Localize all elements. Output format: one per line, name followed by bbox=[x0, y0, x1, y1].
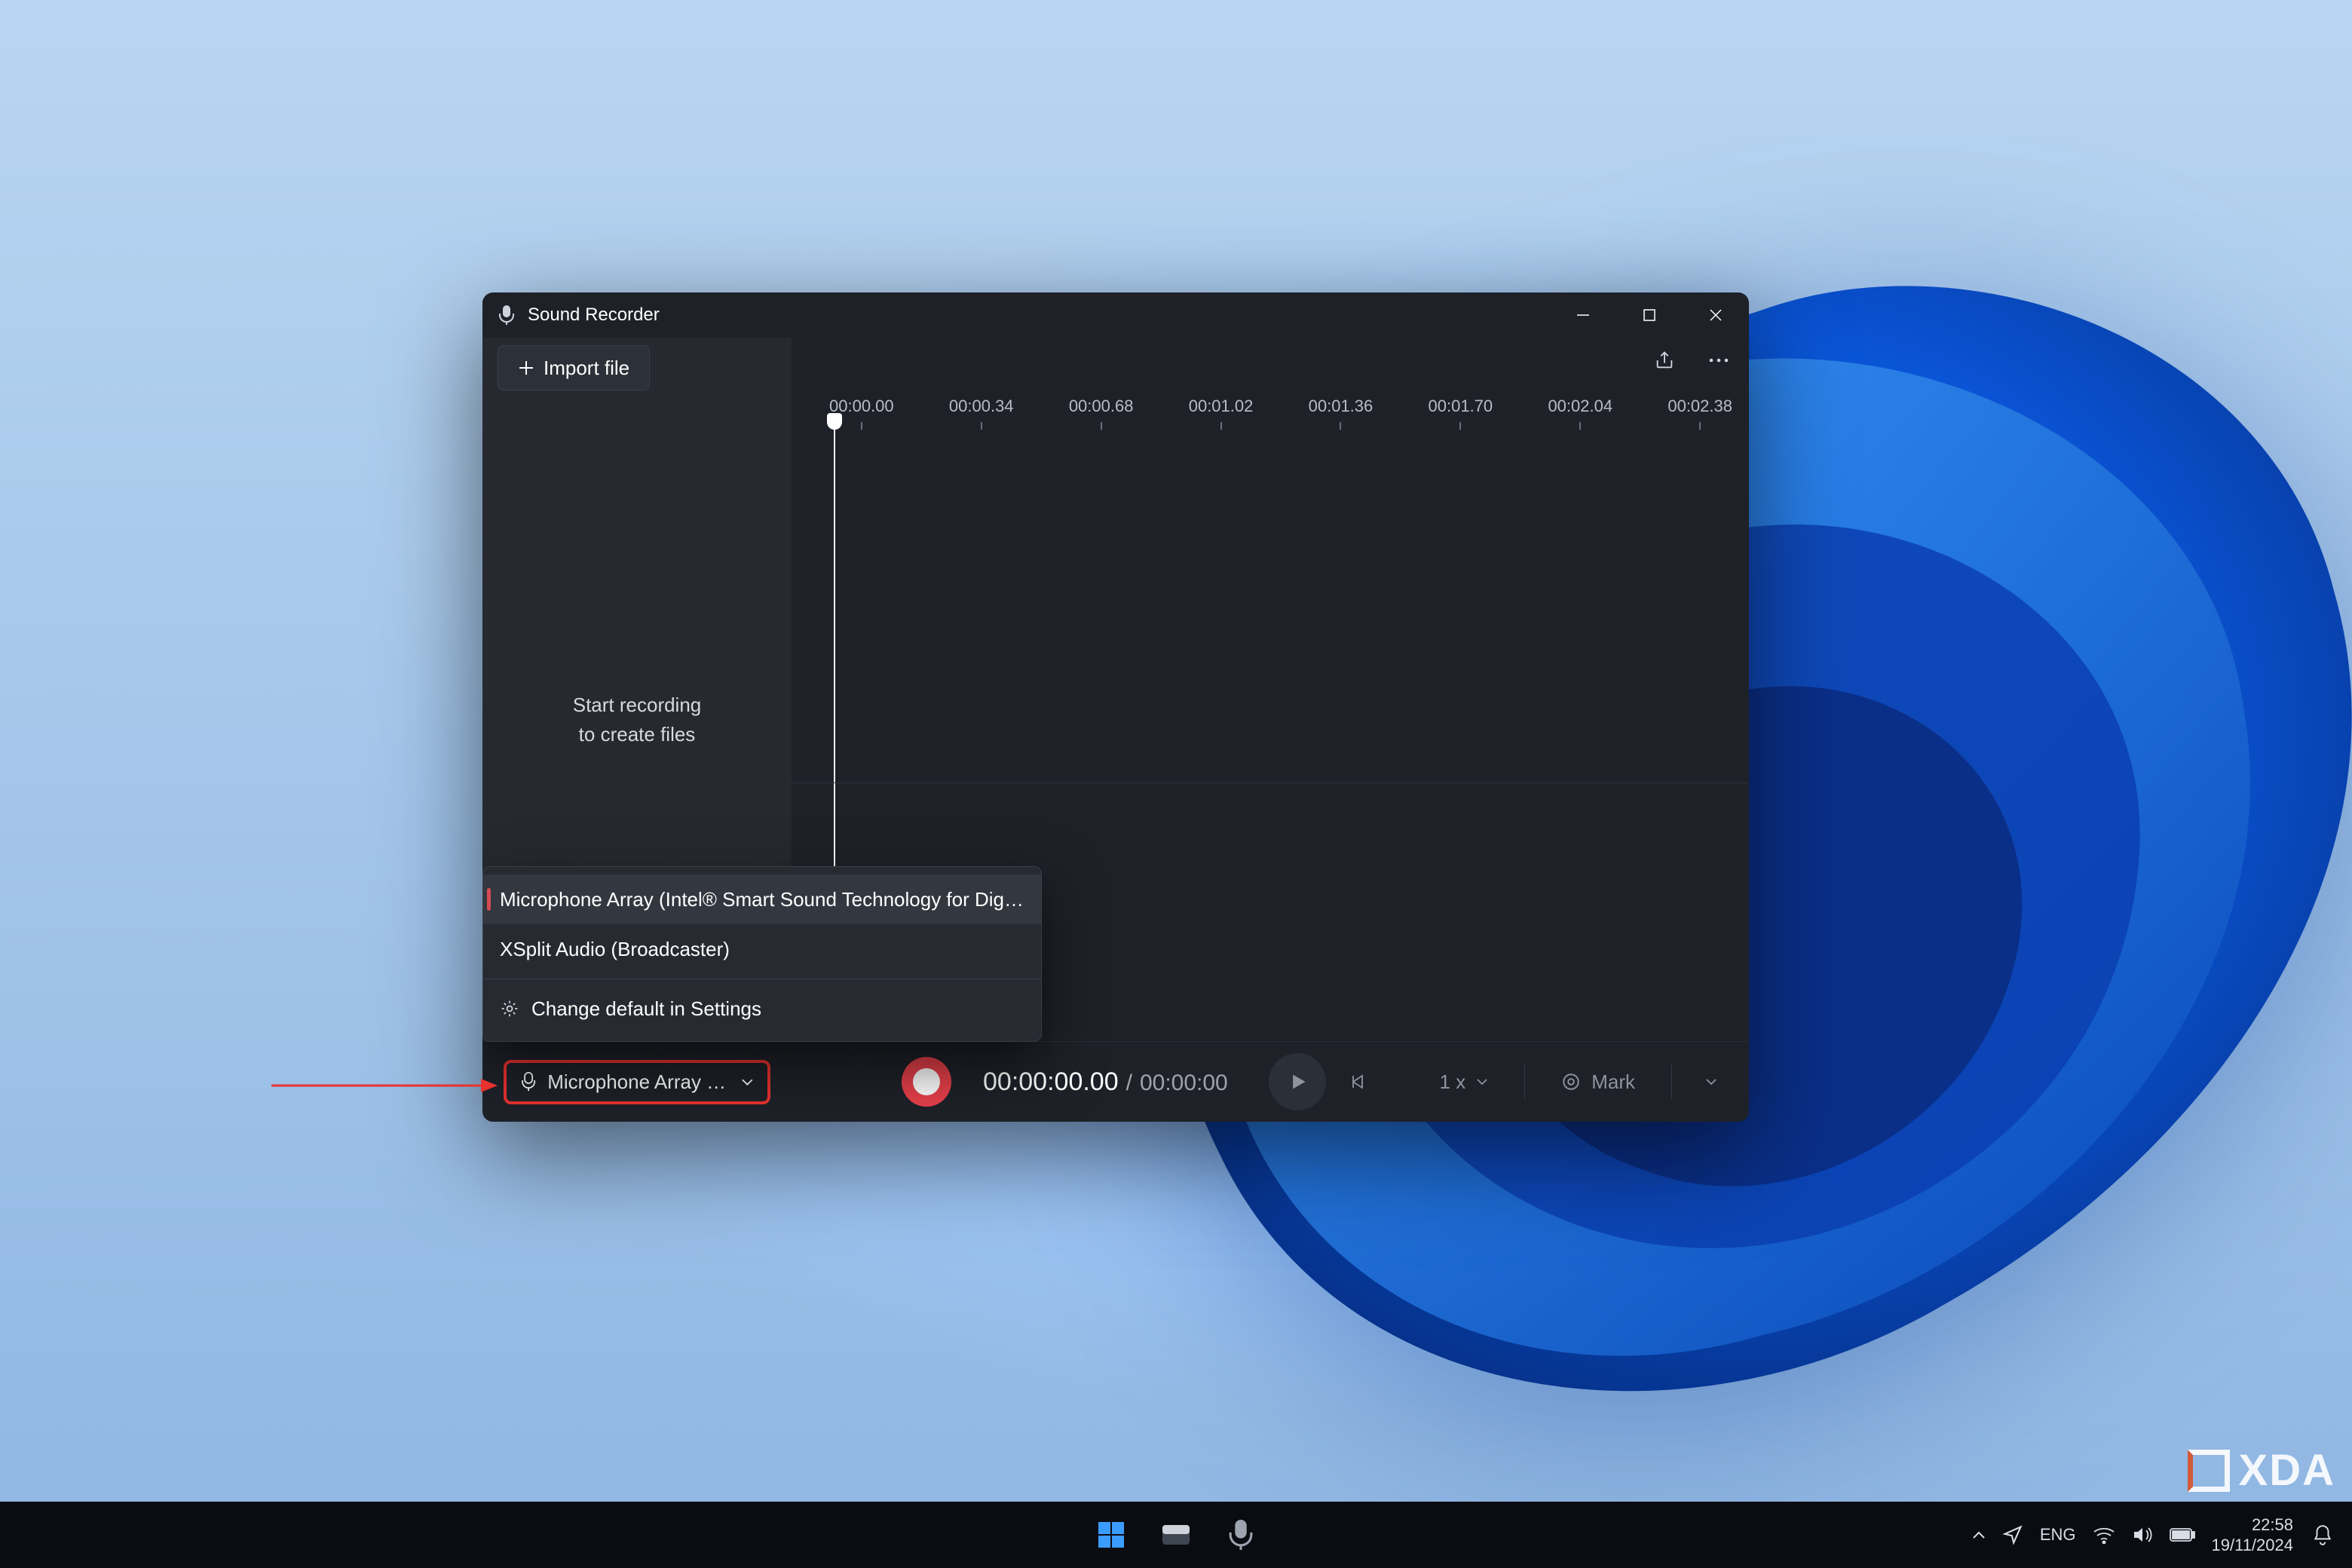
taskbar-taskview[interactable] bbox=[1150, 1509, 1202, 1560]
sound-recorder-window: Sound Recorder Import file Start recordi… bbox=[482, 292, 1749, 1122]
tick: 00:01.02 bbox=[1189, 397, 1254, 433]
taskbar[interactable]: ENG 22:58 19/11/2024 bbox=[0, 1502, 2352, 1568]
skip-back-button[interactable] bbox=[1344, 1065, 1380, 1098]
minimize-button[interactable] bbox=[1550, 292, 1616, 338]
titlebar[interactable]: Sound Recorder bbox=[482, 292, 1749, 338]
xda-watermark: XDA bbox=[2188, 1445, 2335, 1496]
mic-option-label: XSplit Audio (Broadcaster) bbox=[500, 938, 730, 961]
time-separator: / bbox=[1126, 1070, 1132, 1096]
maximize-button[interactable] bbox=[1616, 292, 1683, 338]
notifications-button[interactable] bbox=[2310, 1522, 2335, 1548]
empty-line2: to create files bbox=[579, 720, 696, 749]
battery-icon[interactable] bbox=[2170, 1527, 2195, 1542]
change-default-settings[interactable]: Change default in Settings bbox=[483, 984, 1041, 1034]
play-button[interactable] bbox=[1269, 1053, 1326, 1110]
mark-menu-button[interactable] bbox=[1695, 1070, 1728, 1093]
plus-icon bbox=[518, 360, 534, 376]
mark-label: Mark bbox=[1591, 1070, 1635, 1094]
mic-selected-label: Microphone Array (In... bbox=[547, 1070, 730, 1094]
more-button[interactable] bbox=[1704, 345, 1734, 375]
tray-chevron-up-icon[interactable] bbox=[1972, 1530, 1986, 1539]
chevron-down-icon bbox=[1705, 1078, 1717, 1086]
mic-option[interactable]: XSplit Audio (Broadcaster) bbox=[483, 924, 1041, 974]
system-tray[interactable]: ENG 22:58 19/11/2024 bbox=[1972, 1514, 2335, 1556]
clock-date: 19/11/2024 bbox=[2212, 1535, 2293, 1556]
mark-button[interactable]: Mark bbox=[1548, 1063, 1649, 1101]
tray-language[interactable]: ENG bbox=[2040, 1525, 2076, 1545]
bottom-controls: Microphone Array (In... 00:00:00.00 / 00… bbox=[482, 1041, 1749, 1122]
control-divider bbox=[1671, 1064, 1672, 1099]
playback-speed-button[interactable]: 1 x bbox=[1426, 1063, 1502, 1101]
annotation-arrow bbox=[271, 1076, 498, 1081]
tick: 00:00.34 bbox=[949, 397, 1014, 433]
close-button[interactable] bbox=[1683, 292, 1749, 338]
tick: 00:01.36 bbox=[1309, 397, 1374, 433]
desktop: Sound Recorder Import file Start recordi… bbox=[0, 0, 2352, 1568]
speed-label: 1 x bbox=[1440, 1070, 1466, 1094]
record-button[interactable] bbox=[902, 1057, 951, 1107]
microphone-picker[interactable]: Microphone Array (In... bbox=[504, 1060, 770, 1104]
timeline-ruler[interactable]: 00:00.00 00:00.34 00:00.68 00:01.02 00:0… bbox=[829, 397, 1732, 433]
control-divider bbox=[1524, 1064, 1525, 1099]
taskbar-app-sound-recorder[interactable] bbox=[1215, 1509, 1266, 1560]
xda-brand-text: XDA bbox=[2239, 1445, 2335, 1496]
mic-option-selected[interactable]: Microphone Array (Intel® Smart Sound Tec… bbox=[483, 874, 1041, 924]
tick: 00:00.68 bbox=[1069, 397, 1134, 433]
settings-link-label: Change default in Settings bbox=[531, 997, 761, 1021]
chevron-down-icon bbox=[1476, 1078, 1488, 1086]
chevron-down-icon bbox=[741, 1077, 754, 1086]
tick: 00:01.70 bbox=[1429, 397, 1493, 433]
time-display: 00:00:00.00 / 00:00:00 bbox=[983, 1067, 1228, 1097]
import-file-label: Import file bbox=[544, 357, 629, 380]
gear-icon bbox=[500, 999, 519, 1018]
playback-position: 00:00:00.00 bbox=[983, 1067, 1119, 1097]
microphone-dropdown-menu: Microphone Array (Intel® Smart Sound Tec… bbox=[482, 866, 1042, 1042]
wifi-icon[interactable] bbox=[2093, 1526, 2115, 1544]
import-file-button[interactable]: Import file bbox=[498, 345, 650, 390]
mic-option-label: Microphone Array (Intel® Smart Sound Tec… bbox=[500, 888, 1024, 911]
share-button[interactable] bbox=[1649, 345, 1680, 375]
waveform-divider bbox=[792, 782, 1749, 783]
location-icon[interactable] bbox=[2002, 1524, 2023, 1545]
marker-icon bbox=[1561, 1072, 1581, 1092]
xda-logo-icon bbox=[2188, 1450, 2230, 1492]
menu-separator bbox=[483, 978, 1041, 979]
clock-time: 22:58 bbox=[2212, 1514, 2293, 1536]
tick: 00:02.38 bbox=[1668, 397, 1732, 433]
empty-line1: Start recording bbox=[573, 691, 702, 720]
tick: 00:02.04 bbox=[1548, 397, 1612, 433]
microphone-icon bbox=[520, 1071, 537, 1092]
app-icon bbox=[496, 305, 517, 326]
start-button[interactable] bbox=[1086, 1509, 1137, 1560]
volume-icon[interactable] bbox=[2132, 1526, 2153, 1544]
playback-duration: 00:00:00 bbox=[1140, 1070, 1228, 1096]
clock[interactable]: 22:58 19/11/2024 bbox=[2212, 1514, 2293, 1556]
playhead[interactable] bbox=[834, 427, 835, 909]
window-title: Sound Recorder bbox=[528, 305, 660, 326]
